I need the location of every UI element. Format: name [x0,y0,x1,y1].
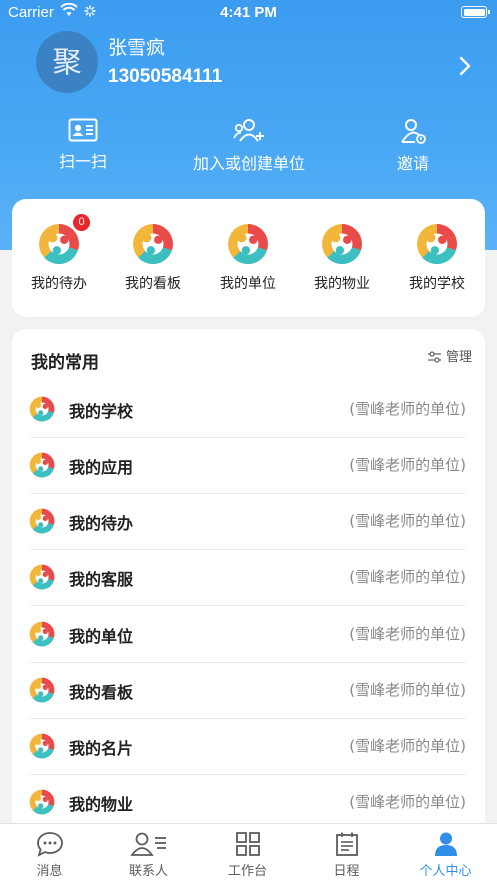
app-logo-icon [227,223,269,265]
list-item[interactable]: 我的看板 (雪峰老师的单位) [29,662,466,719]
tab-label: 日程 [333,864,360,879]
item-unit: (雪峰老师的单位) [349,568,466,586]
app-logo-icon [29,621,55,647]
tab-label: 联系人 [128,864,168,879]
app-logo-icon [29,677,55,703]
chat-icon [36,832,63,857]
contacts-icon [129,832,166,856]
status-bar: Carrier 4:41 PM [0,0,497,26]
entry-dashboard[interactable]: 我的看板 [113,223,193,293]
app-logo-icon [29,508,55,534]
tab-label: 工作台 [227,864,267,879]
user-phone: 13050584111 [108,66,223,87]
app-logo-icon [321,223,363,265]
list-item[interactable]: 我的学校 (雪峰老师的单位) [29,381,466,438]
chevron-right-icon[interactable] [458,55,472,77]
manage-button[interactable]: 管理 [427,346,472,365]
tab-messages[interactable]: 消息 [0,831,99,879]
join-create-unit-button[interactable]: 加入或创建单位 [179,118,319,174]
item-label: 我的学校 [69,402,134,421]
avatar[interactable]: 聚 [36,31,98,93]
app-logo-icon [38,223,80,265]
item-unit: (雪峰老师的单位) [349,456,466,474]
list-item[interactable]: 我的名片 (雪峰老师的单位) [29,718,466,775]
app-logo-icon [416,223,458,265]
app-logo-icon [132,223,174,265]
item-label: 我的看板 [69,683,134,702]
favorites-title: 我的常用 [31,353,99,373]
app-logo-icon [29,452,55,478]
entry-label: 我的看板 [125,276,181,292]
list-item[interactable]: 我的单位 (雪峰老师的单位) [29,606,466,663]
app-logo-icon [29,564,55,590]
item-unit: (雪峰老师的单位) [349,793,466,811]
entry-label: 我的学校 [409,276,465,292]
favorites-card: 我的常用 管理 我的学校 (雪峰老师的单位) 我的应用 (雪峰老师的单位) 我的… [12,329,485,849]
item-label: 我的客服 [69,570,134,589]
invite-icon [401,119,426,144]
manage-label: 管理 [445,350,472,365]
tab-bar: 消息 联系人 工作台 日程 个人中心 [0,823,497,884]
tab-workbench[interactable]: 工作台 [198,831,297,879]
join-create-unit-label: 加入或创建单位 [192,154,305,173]
tab-contacts[interactable]: 联系人 [99,831,198,879]
user-name: 张雪疯 [108,37,166,59]
entry-label: 我的单位 [220,276,276,292]
item-unit: (雪峰老师的单位) [349,625,466,643]
app-logo-icon [29,789,55,815]
grid-icon [235,832,260,856]
id-card-icon [68,118,98,142]
item-label: 我的应用 [69,458,134,477]
entry-label: 我的物业 [314,276,370,292]
item-label: 我的名片 [69,739,134,758]
tab-profile[interactable]: 个人中心 [396,831,495,879]
app-logo-icon [29,396,55,422]
battery-icon [461,6,490,18]
tab-label: 个人中心 [419,864,472,879]
person-icon [434,832,457,856]
scan-button[interactable]: 扫一扫 [13,118,153,172]
item-unit: (雪峰老师的单位) [349,737,466,755]
list-item[interactable]: 我的应用 (雪峰老师的单位) [29,437,466,494]
item-label: 我的单位 [69,627,134,646]
tab-schedule[interactable]: 日程 [297,831,396,879]
entry-label: 我的待办 [31,276,87,292]
invite-label: 邀请 [396,154,429,173]
entry-school[interactable]: 我的学校 [397,223,477,293]
list-item[interactable]: 我的待办 (雪峰老师的单位) [29,493,466,550]
scan-label: 扫一扫 [58,152,107,171]
add-group-icon [233,119,264,142]
list-item[interactable]: 我的客服 (雪峰老师的单位) [29,549,466,606]
entry-todo[interactable]: 我的待办 [19,223,99,293]
item-unit: (雪峰老师的单位) [349,512,466,530]
invite-button[interactable]: 邀请 [343,118,483,174]
item-unit: (雪峰老师的单位) [349,681,466,699]
entry-property[interactable]: 我的物业 [302,223,382,293]
item-label: 我的待办 [69,514,134,533]
item-unit: (雪峰老师的单位) [349,400,466,418]
app-logo-icon [29,733,55,759]
calendar-icon [335,832,358,856]
entry-unit[interactable]: 我的单位 [208,223,288,293]
item-label: 我的物业 [69,795,134,814]
todo-count-badge: 0 [72,213,91,232]
clock: 4:41 PM [220,4,277,21]
sliders-icon [427,351,441,363]
tab-label: 消息 [36,864,63,879]
